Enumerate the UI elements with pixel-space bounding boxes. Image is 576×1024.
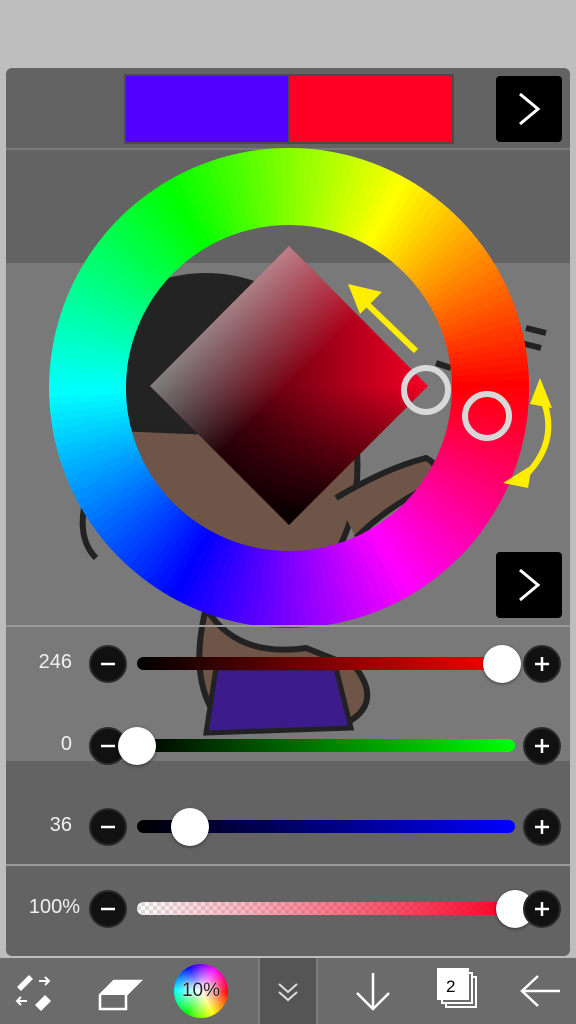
chevron-right-icon — [519, 568, 541, 602]
blue-decrease-button[interactable] — [89, 808, 127, 846]
minus-icon — [101, 744, 115, 748]
layers-button[interactable]: 2 — [424, 958, 490, 1024]
plus-icon — [535, 820, 549, 834]
plus-icon — [535, 739, 549, 753]
eraser-button[interactable] — [86, 958, 152, 1024]
color-panel: 246 0 36 100% — [6, 68, 570, 956]
collapse-icon — [278, 983, 298, 1002]
minus-icon — [101, 825, 115, 829]
blue-value: 36 — [49, 814, 72, 836]
color-wheel[interactable] — [6, 68, 570, 628]
red-slider-knob[interactable] — [482, 645, 521, 683]
opacity-decrease-button[interactable] — [89, 890, 127, 928]
bottom-toolbar: 10% 2 — [0, 958, 576, 1024]
layer-count: 2 — [446, 977, 456, 996]
opacity-slider-track[interactable] — [137, 902, 515, 915]
opacity-value: 100% — [28, 896, 80, 918]
green-increase-button[interactable] — [523, 727, 561, 765]
plus-icon — [535, 902, 549, 916]
red-value: 246 — [38, 651, 72, 673]
back-button[interactable] — [508, 958, 574, 1024]
opacity-slider-row: 100% — [6, 870, 570, 950]
eraser-icon — [98, 979, 144, 1011]
tool-switch-icon — [15, 975, 51, 1011]
wheel-next-button[interactable] — [496, 552, 562, 618]
download-button[interactable] — [340, 958, 406, 1024]
tool-switch-button[interactable] — [0, 958, 66, 1024]
collapse-button[interactable] — [258, 958, 318, 1024]
red-decrease-button[interactable] — [89, 645, 127, 683]
green-value: 0 — [60, 733, 72, 755]
blue-slider-knob[interactable] — [170, 808, 209, 846]
opacity-increase-button[interactable] — [523, 890, 561, 928]
red-slider-row: 246 — [6, 625, 570, 705]
blue-increase-button[interactable] — [523, 808, 561, 846]
minus-icon — [101, 662, 115, 666]
green-slider-knob[interactable] — [118, 727, 156, 765]
minus-icon — [101, 907, 115, 911]
opacity-divider — [6, 864, 570, 866]
red-increase-button[interactable] — [523, 645, 561, 683]
color-tool-label: 10% — [181, 980, 221, 1001]
plus-icon — [535, 657, 549, 671]
color-button[interactable]: 10% — [168, 958, 234, 1024]
blue-slider-row: 36 — [6, 788, 570, 868]
green-slider-row: 0 — [6, 707, 570, 787]
download-icon — [356, 973, 390, 1011]
layers-icon — [437, 968, 477, 1008]
saturation-value-diamond[interactable] — [150, 246, 428, 525]
green-slider-track[interactable] — [137, 739, 515, 752]
red-slider-track[interactable] — [137, 657, 515, 670]
back-arrow-icon — [520, 975, 560, 1007]
